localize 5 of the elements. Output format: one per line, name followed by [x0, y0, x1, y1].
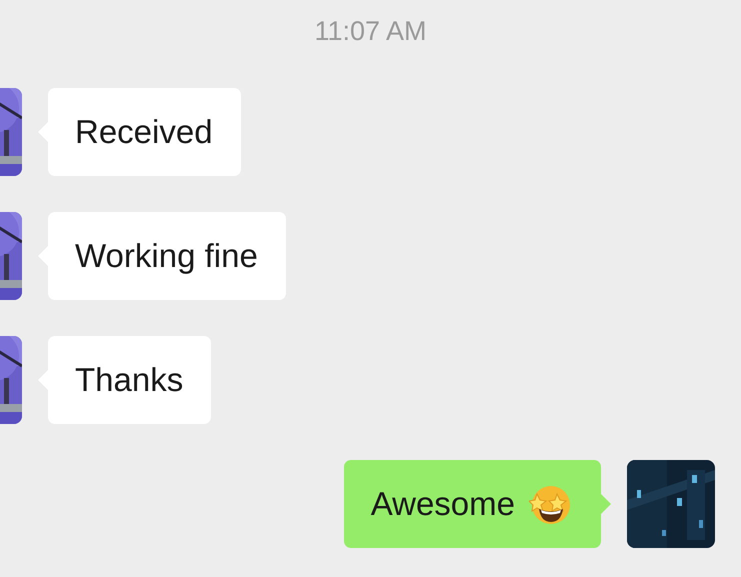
- message-text: Awesome: [370, 485, 515, 523]
- message-text: Thanks: [75, 361, 184, 399]
- message-text: Working fine: [75, 237, 258, 275]
- message-text: Received: [75, 113, 213, 151]
- timestamp: 11:07 AM: [314, 16, 427, 46]
